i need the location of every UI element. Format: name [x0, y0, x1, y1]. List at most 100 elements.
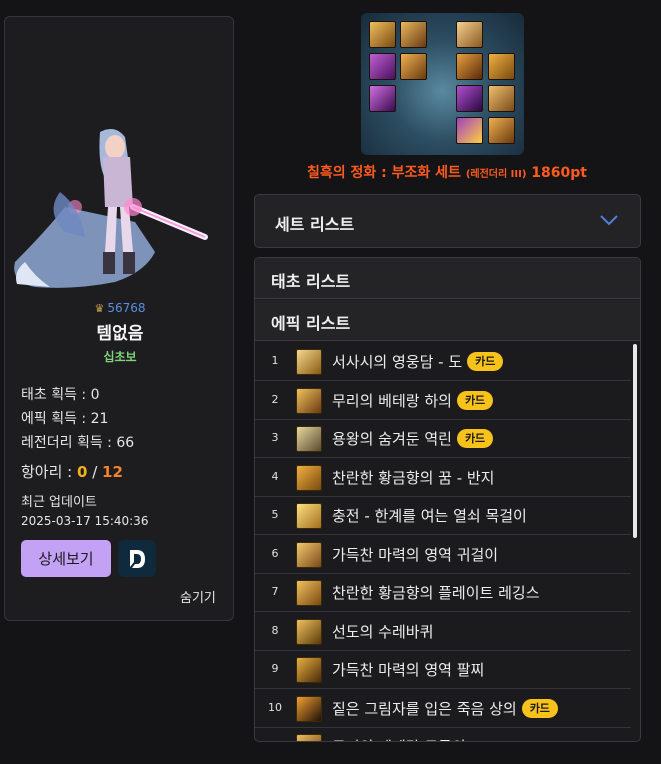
dundam-d-icon: [130, 549, 145, 568]
item-name: 무리의 베테랑 무릎의: [332, 738, 466, 741]
hide-link[interactable]: 숨기기: [180, 587, 216, 606]
set-list-dropdown[interactable]: 세트 리스트: [254, 194, 641, 248]
item-name-wrap: 찬란한 황금향의 꿈 - 반지: [332, 467, 495, 488]
card-badge: 카드: [456, 429, 494, 448]
item-name: 찬란한 황금향의 플레이트 레깅스: [332, 584, 540, 602]
jar-label: 항아리 :: [21, 463, 77, 481]
card-badge: 카드: [456, 390, 494, 410]
set-title-grade: (레전더리 III): [465, 169, 527, 180]
epic-item-row[interactable]: 2 무리의 베테랑 하의 카드: [255, 381, 631, 420]
epic-item-row[interactable]: 5 충전 - 한계를 여는 열쇠 목걸이: [255, 496, 631, 535]
item-number: 8: [271, 623, 279, 637]
item-name-wrap: 용왕의 숨겨둔 역린 카드: [332, 428, 494, 449]
item-icon: [296, 349, 322, 375]
item-name: 가득찬 마력의 영역 팔찌: [332, 661, 485, 679]
set-title-points: 1860pt: [526, 165, 587, 181]
item-name-wrap: 가득찬 마력의 영역 귀걸이: [332, 544, 498, 565]
taecho-count: 태초 획득 : 0: [21, 387, 100, 403]
equipment-slot[interactable]: [456, 21, 483, 48]
chevron-down-icon: [600, 215, 618, 226]
set-title-main: 칠흑의 정화 : 부조화 세트: [307, 165, 466, 181]
epic-item-row[interactable]: 10 짙은 그림자를 입은 죽음 상의 카드: [255, 689, 631, 728]
item-name: 무리의 베테랑 하의: [332, 391, 452, 410]
item-number: 2: [271, 392, 279, 406]
epic-list-label: 에픽 리스트: [271, 314, 351, 333]
item-name-wrap: 무리의 베테랑 하의 카드: [332, 390, 494, 411]
item-icon: [296, 464, 322, 491]
legendary-count: 레전더리 획득 : 66: [21, 435, 135, 451]
epic-item-row[interactable]: 9 가득찬 마력의 영역 팔찌: [255, 650, 631, 689]
item-icon: [296, 503, 322, 529]
equipment-slot[interactable]: [488, 117, 515, 144]
detail-button[interactable]: 상세보기: [21, 540, 111, 577]
item-icon: [296, 580, 322, 606]
character-portrait: [14, 128, 208, 288]
epic-item-row[interactable]: 7 찬란한 황금향의 플레이트 레깅스: [255, 573, 631, 612]
character-name: 템없음: [96, 324, 144, 344]
dundam-link-button[interactable]: [118, 540, 156, 577]
item-number: 3: [271, 431, 279, 444]
item-number: 7: [271, 585, 279, 598]
fame-crest-icon: ♛: [94, 302, 105, 315]
equipment-slot[interactable]: [488, 53, 515, 80]
item-number: 5: [271, 508, 279, 521]
update-time: 2025-03-17 15:40:36: [21, 514, 149, 528]
item-name-wrap: 가득찬 마력의 영역 팔찌: [332, 659, 484, 680]
item-number: 4: [271, 469, 279, 483]
item-name: 짙은 그림자를 입은 죽음 상의: [332, 699, 517, 718]
item-icon: [296, 657, 322, 683]
epic-item-row[interactable]: 6 가득찬 마력의 영역 귀걸이: [255, 535, 631, 574]
item-name: 용왕의 숨겨둔 역린: [332, 430, 452, 448]
equipment-slot[interactable]: [456, 85, 483, 112]
item-icon: [296, 387, 322, 414]
item-number: 10: [268, 700, 282, 714]
item-name-wrap: 선도의 수레바퀴: [332, 621, 433, 642]
equipment-slot[interactable]: [456, 117, 483, 144]
epic-list-header[interactable]: 에픽 리스트: [255, 300, 640, 341]
jar-got: 0: [77, 463, 88, 481]
fame-value: 56768: [107, 301, 146, 315]
equipment-slot[interactable]: [400, 21, 427, 48]
item-name-wrap: 서사시의 영웅담 - 도 카드: [332, 351, 504, 372]
epic-item-row[interactable]: 3 용왕의 숨겨둔 역린 카드: [255, 419, 631, 458]
taecho-list-label: 태초 리스트: [271, 272, 351, 291]
scrollbar-thumb[interactable]: [633, 344, 637, 538]
character-profile-card: ♛ 56768 템없음 십초보 태초 획득 : 0 에픽 획득 : 21 레전더리…: [4, 16, 234, 621]
item-name: 찬란한 황금향의 꿈 - 반지: [332, 468, 495, 487]
equipment-slot[interactable]: [400, 53, 427, 80]
card-badge: 카드: [467, 352, 504, 371]
item-icon: [296, 618, 322, 645]
epic-item-row[interactable]: 8 선도의 수레바퀴: [255, 612, 631, 651]
item-number: 9: [271, 662, 279, 675]
item-number: 1: [271, 354, 279, 367]
item-icon: [296, 426, 322, 452]
item-icon: [296, 695, 322, 722]
equipment-slot[interactable]: [369, 85, 396, 112]
jar-count: 항아리 : 0 / 12: [21, 461, 123, 482]
item-name: 서사시의 영웅담 - 도: [332, 353, 463, 371]
epic-item-row[interactable]: 4 찬란한 황금향의 꿈 - 반지: [255, 458, 631, 497]
item-name-wrap: 찬란한 황금향의 플레이트 레깅스: [332, 582, 540, 603]
item-icon: [296, 541, 322, 568]
epic-item-row[interactable]: 1 서사시의 영웅담 - 도 카드: [255, 342, 631, 381]
item-name-wrap: 충전 - 한계를 여는 열쇠 목걸이: [332, 505, 527, 526]
epic-item-row[interactable]: 11 무리의 베테랑 무릎의: [255, 727, 631, 741]
item-name: 충전 - 한계를 여는 열쇠 목걸이: [332, 507, 527, 525]
jar-total: 12: [102, 463, 123, 481]
equipment-slot[interactable]: [369, 21, 396, 48]
equipment-slot[interactable]: [488, 85, 515, 112]
set-equipment-grid: [361, 13, 524, 155]
set-title: 칠흑의 정화 : 부조화 세트 (레전더리 III) 1860pt: [254, 162, 640, 182]
item-number: 6: [271, 546, 279, 560]
fame-score: ♛ 56768: [5, 301, 235, 315]
set-list-label: 세트 리스트: [275, 215, 355, 234]
item-name-wrap: 짙은 그림자를 입은 죽음 상의 카드: [332, 698, 558, 719]
category-panel: 태초 리스트 에픽 리스트 1 서사시의 영웅담 - 도 카드 2 무리의 베테랑 하의…: [254, 257, 641, 742]
update-label: 최근 업데이트: [21, 495, 97, 510]
character-class: 십초보: [103, 350, 137, 364]
equipment-slot[interactable]: [456, 53, 483, 80]
taecho-list-header[interactable]: 태초 리스트: [255, 258, 640, 299]
item-name-wrap: 무리의 베테랑 무릎의: [332, 736, 466, 741]
item-number: 11: [255, 739, 295, 741]
equipment-slot[interactable]: [369, 53, 396, 80]
